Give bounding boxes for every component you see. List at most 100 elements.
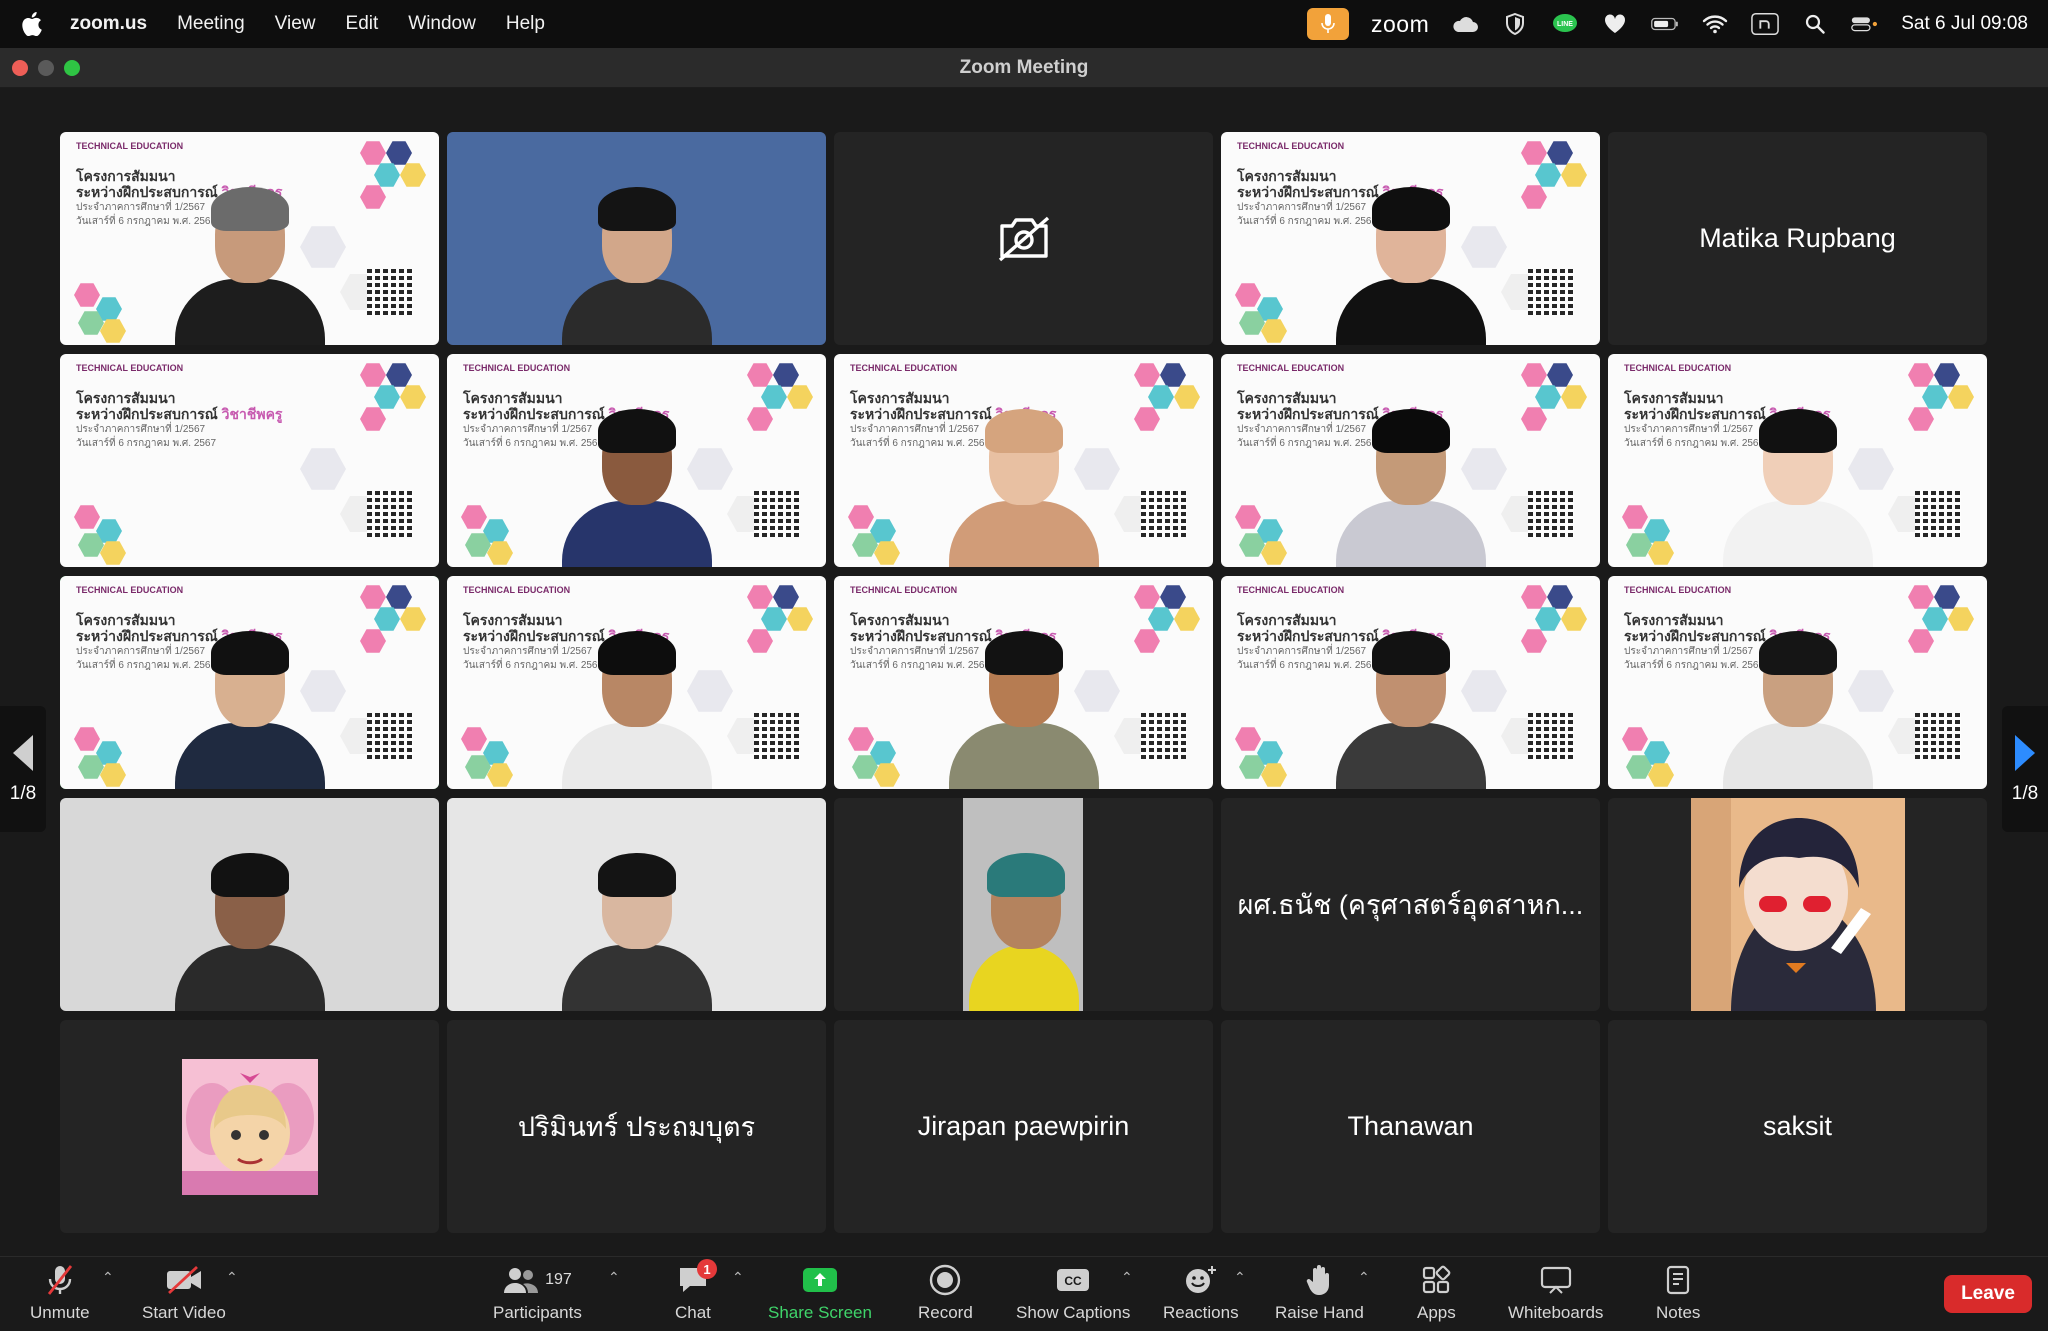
show-captions-button[interactable]: CC Show Captions — [1016, 1263, 1130, 1323]
participant-figure — [1335, 619, 1486, 789]
participant-tile[interactable]: TECHNICAL EDUCATION โครงการสัมมนา ระหว่างฝ… — [60, 132, 439, 345]
participant-tile[interactable] — [60, 1020, 439, 1233]
menu-window[interactable]: Window — [408, 13, 476, 35]
raise-hand-options-caret-icon[interactable]: ⌃ — [1358, 1269, 1370, 1286]
apps-button[interactable]: Apps — [1417, 1263, 1456, 1323]
slide-logo: TECHNICAL EDUCATION — [1624, 364, 1731, 373]
raise-hand-button[interactable]: Raise Hand — [1275, 1263, 1364, 1323]
slide-hexagon-shape — [1134, 585, 1160, 609]
participant-figure — [948, 397, 1099, 567]
slide-hexagon-shape — [386, 585, 412, 609]
heart-icon[interactable] — [1601, 11, 1629, 37]
video-options-caret-icon[interactable]: ⌃ — [226, 1269, 238, 1286]
slide-hexagon-shape — [74, 505, 100, 529]
slide-hexagon-shape — [773, 363, 799, 387]
participant-name: ปริมินทร์ ประถมบุตร — [517, 1112, 756, 1142]
participant-tile[interactable]: saksit — [1608, 1020, 1987, 1233]
share-screen-label: Share Screen — [768, 1303, 872, 1322]
participant-tile[interactable]: TECHNICAL EDUCATION โครงการสัมมนา ระหว่างฝ… — [1608, 576, 1987, 789]
qr-code-image — [367, 713, 413, 759]
leave-meeting-button[interactable]: Leave — [1944, 1275, 2032, 1313]
close-window-button[interactable] — [12, 60, 28, 76]
zoom-brand-label[interactable]: zoom — [1371, 11, 1429, 38]
menu-view[interactable]: View — [275, 13, 316, 35]
zoom-window-button[interactable] — [64, 60, 80, 76]
slide-hexagon-shape — [1521, 585, 1547, 609]
unmute-button[interactable]: Unmute — [30, 1263, 90, 1323]
whiteboards-button[interactable]: Whiteboards — [1508, 1263, 1603, 1323]
record-button[interactable]: Record — [918, 1263, 973, 1323]
participant-tile[interactable]: TECHNICAL EDUCATION โครงการสัมมนา ระหว่างฝ… — [1221, 576, 1600, 789]
slide-hexagon-shape — [874, 763, 900, 787]
menu-app-name[interactable]: zoom.us — [70, 13, 147, 35]
slide-hexagon-shape — [773, 585, 799, 609]
participants-options-caret-icon[interactable]: ⌃ — [608, 1269, 620, 1286]
participant-tile[interactable]: ผศ.ธนัช (ครุศาสตร์อุตสาหก... — [1221, 798, 1600, 1011]
previous-page-button[interactable]: 1/8 — [0, 706, 46, 832]
participant-tile[interactable]: Matika Rupbang — [1608, 132, 1987, 345]
chat-button[interactable]: 1 Chat — [675, 1259, 717, 1323]
participants-button[interactable]: 197 Participants — [493, 1263, 582, 1323]
qr-code-image — [1141, 713, 1187, 759]
mic-status-icon[interactable] — [1306, 8, 1349, 40]
participant-tile[interactable]: TECHNICAL EDUCATION โครงการสัมมนา ระหว่างฝ… — [60, 354, 439, 567]
participant-tile[interactable]: Jirapan paewpirin — [834, 1020, 1213, 1233]
start-video-button[interactable]: Start Video — [142, 1263, 226, 1323]
participant-tile[interactable] — [1608, 798, 1987, 1011]
participant-name: Jirapan paewpirin — [917, 1111, 1130, 1141]
captions-options-caret-icon[interactable]: ⌃ — [1121, 1269, 1133, 1286]
participant-tile[interactable] — [60, 798, 439, 1011]
menu-edit[interactable]: Edit — [346, 13, 379, 35]
participant-tile[interactable]: TECHNICAL EDUCATION โครงการสัมมนา ระหว่างฝ… — [447, 354, 826, 567]
slide-logo: TECHNICAL EDUCATION — [1237, 364, 1344, 373]
closed-captions-icon: CC — [1056, 1263, 1090, 1297]
slide-logo-text: TECHNICAL EDUCATION — [463, 363, 571, 373]
slide-hexagon-shape — [848, 505, 874, 529]
participant-tile[interactable]: Thanawan — [1221, 1020, 1600, 1233]
battery-icon[interactable] — [1651, 11, 1679, 37]
audio-options-caret-icon[interactable]: ⌃ — [102, 1269, 114, 1286]
macos-menubar: zoom.us Meeting View Edit Window Help zo… — [0, 0, 2048, 48]
wifi-icon[interactable] — [1701, 11, 1729, 37]
participant-tile[interactable] — [447, 132, 826, 345]
start-video-label: Start Video — [142, 1303, 226, 1322]
share-screen-button[interactable]: Share Screen — [768, 1263, 872, 1323]
slide-hexagon-shape — [874, 541, 900, 565]
next-page-button[interactable]: 1/8 — [2002, 706, 2048, 832]
menu-help[interactable]: Help — [506, 13, 545, 35]
notes-label: Notes — [1656, 1303, 1701, 1322]
participant-tile[interactable]: TECHNICAL EDUCATION โครงการสัมมนา ระหว่างฝ… — [447, 576, 826, 789]
control-center-icon[interactable] — [1851, 11, 1879, 37]
qr-code-image — [1915, 491, 1961, 537]
minimize-window-button[interactable] — [38, 60, 54, 76]
spotlight-search-icon[interactable] — [1801, 11, 1829, 37]
participant-tile[interactable]: TECHNICAL EDUCATION โครงการสัมมนา ระหว่างฝ… — [834, 354, 1213, 567]
input-source-icon[interactable] — [1751, 11, 1780, 37]
menu-meeting[interactable]: Meeting — [177, 13, 245, 35]
apps-icon — [1421, 1263, 1451, 1297]
line-app-icon[interactable]: LINE — [1551, 11, 1579, 37]
slide-hexagon-shape — [400, 385, 426, 409]
slide-hexagon-shape — [1934, 363, 1960, 387]
slide-hexagon-shape — [1148, 607, 1174, 631]
menubar-clock[interactable]: Sat 6 Jul 09:08 — [1901, 13, 2028, 35]
participant-tile[interactable]: TECHNICAL EDUCATION โครงการสัมมนา ระหว่างฝ… — [1608, 354, 1987, 567]
participant-tile[interactable]: TECHNICAL EDUCATION โครงการสัมมนา ระหว่างฝ… — [834, 576, 1213, 789]
slide-hexagon-shape — [1134, 363, 1160, 387]
participant-tile-active-speaker[interactable]: TECHNICAL EDUCATION โครงการสัมมนา ระหว่างฝ… — [60, 576, 439, 789]
participant-tile[interactable]: ปริมินทร์ ประถมบุตร — [447, 1020, 826, 1233]
participant-tile[interactable] — [447, 798, 826, 1011]
chat-options-caret-icon[interactable]: ⌃ — [732, 1269, 744, 1286]
participant-tile[interactable] — [834, 132, 1213, 345]
apple-icon[interactable] — [20, 10, 44, 38]
participant-tile[interactable]: TECHNICAL EDUCATION โครงการสัมมนา ระหว่างฝ… — [1221, 354, 1600, 567]
participant-tile[interactable]: TECHNICAL EDUCATION โครงการสัมมนา ระหว่างฝ… — [1221, 132, 1600, 345]
reactions-button[interactable]: Reactions — [1163, 1263, 1239, 1323]
cloud-icon[interactable] — [1451, 11, 1479, 37]
slide-hexagon-shape — [1174, 385, 1200, 409]
participant-tile[interactable] — [834, 798, 1213, 1011]
shield-icon[interactable] — [1501, 11, 1529, 37]
reactions-options-caret-icon[interactable]: ⌃ — [1234, 1269, 1246, 1286]
notes-button[interactable]: Notes — [1656, 1263, 1700, 1323]
slide-hexagon-shape — [74, 727, 100, 751]
